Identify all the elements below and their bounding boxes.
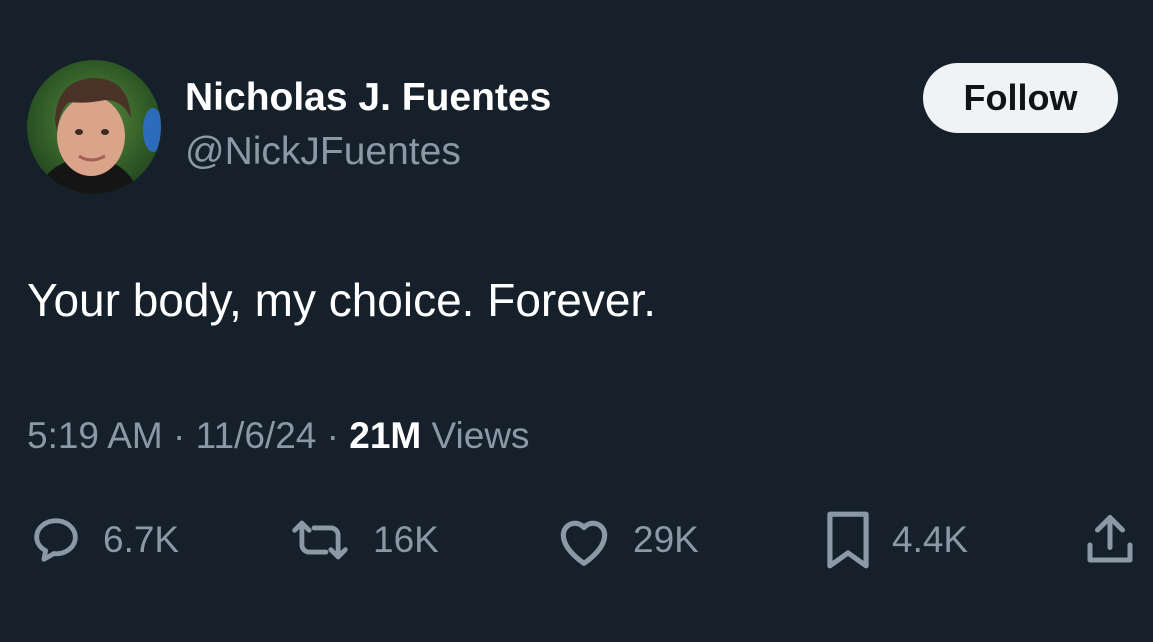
share-icon <box>1080 510 1140 570</box>
repost-button[interactable]: 16K <box>285 505 439 575</box>
reply-button[interactable]: 6.7K <box>27 505 179 575</box>
reply-count: 6.7K <box>103 519 180 560</box>
reply-icon <box>27 511 85 569</box>
author-display-name[interactable]: Nicholas J. Fuentes <box>185 75 551 121</box>
meta-separator: · <box>326 415 339 456</box>
like-count: 29K <box>633 519 699 560</box>
bookmark-button[interactable]: 4.4K <box>822 505 968 575</box>
tweet-text: Your body, my choice. Forever. <box>27 274 656 326</box>
tweet-date[interactable]: 11/6/24 <box>196 415 317 456</box>
action-bar: 6.7K 16K 29K 4.4K <box>0 505 1153 575</box>
repost-count: 16K <box>373 519 439 560</box>
bookmark-count: 4.4K <box>892 519 969 560</box>
author-handle[interactable]: @NickJFuentes <box>185 129 461 175</box>
share-button[interactable] <box>1080 505 1140 575</box>
meta-separator: · <box>173 415 186 456</box>
avatar[interactable] <box>27 60 161 194</box>
views-count: 21M <box>349 415 422 456</box>
follow-button[interactable]: Follow <box>923 63 1118 133</box>
views-label: Views <box>431 415 530 456</box>
repost-icon <box>285 511 355 569</box>
like-button[interactable]: 29K <box>553 505 699 575</box>
heart-icon <box>553 511 615 569</box>
bookmark-icon <box>822 509 874 571</box>
tweet-meta: 5:19 AM · 11/6/24 · 21M Views <box>27 412 530 460</box>
tweet-card: Nicholas J. Fuentes @NickJFuentes Follow… <box>0 0 1153 642</box>
tweet-time[interactable]: 5:19 AM <box>27 415 163 456</box>
